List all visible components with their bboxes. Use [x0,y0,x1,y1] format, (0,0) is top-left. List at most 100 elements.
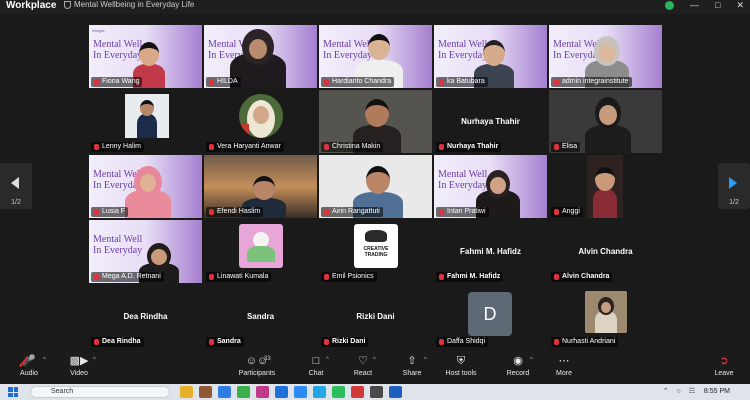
chevron-up-icon[interactable]: ^ [93,357,96,363]
participant-name: Rizki Dani [321,337,369,347]
title-bar: Workplace Mental Wellbeing in Everyday L… [0,0,750,14]
windows-start-icon[interactable] [8,387,18,397]
host-tools-button[interactable]: ⛨ Host tools [441,354,481,380]
participant-tile[interactable]: Efendi Haslim [204,155,317,218]
record-button[interactable]: ◉ Record ^ [498,354,538,380]
app-icon[interactable] [256,386,269,398]
app-icon[interactable] [199,386,212,398]
participant-name: Hardianto Chandra [321,77,395,87]
app-icon[interactable] [218,386,231,398]
participant-tile[interactable]: Christina Makin [319,90,432,153]
participants-icon: ☺☺ [245,355,269,367]
page-indicator-left: 1/2 [11,199,21,206]
participant-tile[interactable]: Anggi [549,155,662,218]
participant-tile[interactable]: CREATIVE TRADING Emil Psionics [319,220,432,283]
next-page-button[interactable]: 1/2 [718,163,750,209]
leave-button[interactable]: ➲ Leave [704,354,744,380]
participant-name: Mega A.D. Retnani [91,272,164,282]
os-taskbar: Search ⌃ ○ ☶ 8:55 PM [0,384,750,400]
participant-tile[interactable]: Mental Well In Everyday HILDA [204,25,317,88]
participant-tile[interactable]: Mental Well In Everyday Hardianto Chandr… [319,25,432,88]
participant-tile[interactable]: Dea Rindha Dea Rindha [89,285,202,348]
participant-tile[interactable]: Mental Well In Everyday Mega A.D. Retnan… [89,220,202,283]
chevron-up-icon[interactable]: ^ [373,357,376,363]
react-button[interactable]: ♡ React ^ [343,354,383,380]
participants-button[interactable]: ☺☺ 33 Participants [236,354,278,380]
app-icon[interactable] [332,386,345,398]
company-logo: CREATIVE TRADING [354,224,398,268]
participant-name: Nurhasti Andriani [551,337,619,347]
participant-tile[interactable]: Mental Well In Everyday admin integrains… [549,25,662,88]
chat-icon: □ [312,355,320,367]
participant-name: Intan Pratiwi [436,207,489,217]
participant-tile[interactable]: Airin Rangattuti [319,155,432,218]
chevron-up-icon[interactable]: ^ [326,357,329,363]
app-icon[interactable] [275,386,288,398]
app-name: Workplace [6,0,57,11]
minimize-icon[interactable]: — [690,0,699,10]
window-controls: — □ ✕ [665,0,744,10]
app-icon[interactable] [351,386,364,398]
participant-name: Alvin Chandra [551,272,613,282]
app-icon[interactable] [389,386,402,398]
participant-name: Daffa Shidqi [436,337,489,347]
participant-tile[interactable]: Alvin Chandra Alvin Chandra [549,220,662,283]
profile-picture [239,224,283,268]
participant-tile[interactable]: Mental Well In Everyday Lusia F [89,155,202,218]
participant-tile[interactable]: Sandra Sandra [204,285,317,348]
participant-display-name: Alvin Chandra [578,247,633,256]
profile-picture [585,291,627,333]
participant-name: Sandra [206,337,244,347]
video-button[interactable]: ▩▶ Video ^ [59,354,99,380]
chevron-up-icon[interactable]: ^ [424,357,427,363]
participant-tile[interactable]: Nurhaya Thahir Nurhaya Thahir [434,90,547,153]
participant-tile[interactable]: Lenny Halim [89,90,202,153]
participant-display-name: Sandra [246,312,275,321]
app-icon[interactable] [370,386,383,398]
participant-display-name: Fahmi M. Hafidz [460,247,521,256]
profile-picture [125,94,169,138]
participant-display-name: Dea Rindha [123,312,168,321]
audio-button[interactable]: 🎤 Audio ^ [9,354,49,380]
participant-name: Lenny Halim [91,142,144,152]
page-indicator-right: 1/2 [729,199,739,206]
search-input[interactable]: Search [30,386,170,398]
participant-tile[interactable]: Rizki Dani Rizki Dani [319,285,432,348]
app-icon[interactable] [313,386,326,398]
participant-tile[interactable]: Fahmi M. Hafidz Fahmi M. Hafidz [434,220,547,283]
participant-tile[interactable]: Vera Haryanti Anwar [204,90,317,153]
participant-tile[interactable]: Nurhasti Andriani [549,285,662,348]
participant-tile[interactable]: Elisa [549,90,662,153]
avatar: D [468,292,512,336]
participant-name: Emil Psionics [321,272,377,282]
chat-button[interactable]: □ Chat ^ [296,354,336,380]
app-icon[interactable] [180,386,193,398]
clock: 8:55 PM [703,388,730,395]
system-tray[interactable]: ⌃ ○ ☶ [663,386,698,398]
profile-picture [239,94,283,138]
participant-name: Fiona Wang [91,77,143,87]
participant-name: Efendi Haslim [206,207,264,217]
chevron-up-icon[interactable]: ^ [530,357,533,363]
connection-status-icon [665,1,675,10]
participant-tile[interactable]: Linawati Kumala [204,220,317,283]
chevron-up-icon[interactable]: ^ [43,357,46,363]
close-icon[interactable]: ✕ [736,0,744,10]
app-icon[interactable] [237,386,250,398]
participant-tile[interactable]: Integra Mental Well In Everyday Fiona Wa… [89,25,202,88]
participant-tile[interactable]: Mental Well In Everyday ka Batubara [434,25,547,88]
participant-display-name: Nurhaya Thahir [461,117,520,126]
participant-display-name: Rizki Dani [356,312,395,321]
participant-name: Linawati Kumala [206,272,272,282]
meeting-toolbar: 🎤 Audio ^ ▩▶ Video ^ ☺☺ 33 Participants … [0,352,750,384]
participant-tile[interactable]: D Daffa Shidqi [434,285,547,348]
participant-tile[interactable]: Mental Well In Everyday Intan Pratiwi [434,155,547,218]
maximize-icon[interactable]: □ [715,0,720,10]
participant-name: Airin Rangattuti [321,207,383,217]
profile-picture [587,155,623,218]
previous-page-button[interactable]: 1/2 [0,163,32,209]
app-icon[interactable] [294,386,307,398]
share-button[interactable]: ⇧ Share ^ [392,354,432,380]
participant-name: HILDA [206,77,241,87]
more-button[interactable]: ⋯ More [544,354,584,380]
